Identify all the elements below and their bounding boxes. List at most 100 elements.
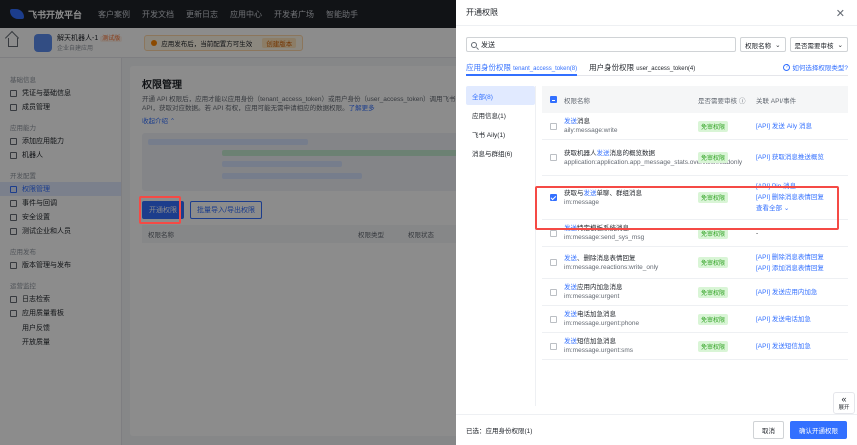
permission-cell: 发送、删除消息表情回复 im:message.reactions:write_o… <box>564 254 698 272</box>
identity-tabs: 应用身份权限 tenant_access_token(8) 用户身份权限 use… <box>466 62 848 76</box>
audit-tag: 免审权限 <box>698 152 729 163</box>
row-checkbox[interactable] <box>549 315 557 323</box>
api-link[interactable]: [API] 删除消息表情回复 <box>756 252 848 263</box>
audit-filter-select[interactable]: 是否需要审核 ⌄ <box>789 37 848 52</box>
header-api: 关联 API/事件 <box>756 97 797 105</box>
permission-cell: 发送短信加急消息 im:message.urgent:sms <box>564 337 698 355</box>
api-link[interactable]: [API] 发送应用内加急 <box>756 287 848 298</box>
permission-code: application:application.app_message_stat… <box>564 158 743 166</box>
name-text: 获取机器人 <box>564 149 597 157</box>
modal-overlay[interactable] <box>0 0 456 445</box>
permission-cell: 获取机器人发送消息的概览数据 application:application.a… <box>564 149 743 167</box>
api-cell: [API] 删除消息表情回复 [API] 添加消息表情回复 <box>756 252 848 274</box>
header-audit-label: 是否需要审核 <box>698 97 737 105</box>
search-hit: 发送 <box>564 338 577 345</box>
name-text: 消息 <box>577 118 590 125</box>
audit-tag: 免审权限 <box>698 313 729 325</box>
api-cell: [API] 获取消息推送概览 <box>756 152 848 163</box>
tab-sub: user_access_token(4) <box>636 66 696 72</box>
tab-label: 用户身份权限 <box>589 63 635 72</box>
permission-code: aily:message:write <box>564 127 618 134</box>
expand-label: 展开 <box>838 405 850 411</box>
close-icon[interactable]: ✕ <box>836 7 845 20</box>
permission-name: 发送消息 <box>564 117 698 126</box>
selected-value: 应用身份权限(1) <box>485 428 533 435</box>
highlight-box <box>535 186 839 230</box>
api-link[interactable]: [API] 发送电话加急 <box>756 314 848 325</box>
permission-cell: 发送电话加急消息 im:message.urgent:phone <box>564 310 698 328</box>
api-cell: [API] 发送短信加急 <box>756 341 848 352</box>
open-permission-drawer: 开通权限 ✕ 发送 权限名称 ⌄ 是否需要审核 ⌄ 应用身份权限 tenant_ac… <box>456 0 857 445</box>
api-cell: [API] 发送电话加急 <box>756 314 848 325</box>
chevron-double-left-icon: « <box>841 394 847 404</box>
confirm-open-button[interactable]: 确认开通权限 <box>790 421 847 439</box>
expand-button[interactable]: « 展开 <box>833 392 855 414</box>
tab-tenant-permissions[interactable]: 应用身份权限 tenant_access_token(8) <box>466 62 578 76</box>
table-row[interactable]: 发送短信加急消息 im:message.urgent:sms 免审权限 [API… <box>542 333 848 360</box>
select-value: 权限名称 <box>745 42 772 50</box>
permission-name: 发送应用内加急消息 <box>564 283 698 292</box>
table-row[interactable]: 发送应用内加急消息 im:message:urgent 免审权限 [API] 发… <box>542 279 848 306</box>
table-row[interactable]: 发送、删除消息表情回复 im:message.reactions:write_o… <box>542 247 848 279</box>
table-row[interactable]: 获取机器人发送消息的概览数据 application:application.a… <box>542 140 848 176</box>
row-checkbox[interactable] <box>549 229 557 237</box>
drawer-title: 开通权限 <box>456 0 857 26</box>
row-checkbox[interactable] <box>549 342 557 350</box>
audit-tag: 免审权限 <box>698 286 729 298</box>
permission-code: im:message.urgent:sms <box>564 347 633 354</box>
api-link[interactable]: [API] 发送短信加急 <box>756 341 848 352</box>
row-checkbox[interactable] <box>549 288 557 296</box>
permission-code: im:message:urgent <box>564 293 620 300</box>
search-row: 发送 权限名称 ⌄ 是否需要审核 ⌄ <box>466 37 848 52</box>
cancel-button[interactable]: 取消 <box>753 421 784 439</box>
audit-tag: 免审权限 <box>698 120 729 132</box>
row-checkbox[interactable] <box>549 122 557 130</box>
chevron-down-icon: ⌄ <box>775 41 781 49</box>
api-link[interactable]: [API] 获取消息推送概览 <box>756 152 848 163</box>
api-link: - <box>756 229 759 237</box>
permission-name: 获取机器人发送消息的概览数据 <box>564 149 698 158</box>
search-hit: 发送 <box>564 254 577 262</box>
permission-cell: 发送消息 aily:message:write <box>564 117 698 135</box>
name-text: 消息的概览数据 <box>609 149 656 157</box>
info-icon: ⓘ <box>739 97 746 105</box>
api-cell: [API] 发送应用内加急 <box>756 287 848 298</box>
table-row[interactable]: 发送电话加急消息 im:message.urgent:phone 免审权限 [A… <box>542 306 848 333</box>
category-all[interactable]: 全部(8) <box>466 86 535 105</box>
question-icon: ? <box>783 63 791 71</box>
category-aily[interactable]: 飞书 Aily(1) <box>466 124 535 143</box>
api-cell: - <box>756 230 848 237</box>
table-header: 权限名称 是否需要审核 ⓘ 关联 API/事件 <box>542 86 848 113</box>
tab-label: 应用身份权限 <box>466 63 511 72</box>
header-name: 权限名称 <box>564 97 590 105</box>
api-cell: [API] 发送 Aily 消息 <box>756 121 848 132</box>
search-hit: 发送 <box>564 311 577 318</box>
name-text: 应用内加急消息 <box>577 284 623 291</box>
tab-user-permissions[interactable]: 用户身份权限 user_access_token(4) <box>589 62 695 76</box>
name-text: 、删除消息表情回复 <box>577 254 636 262</box>
table-row[interactable]: 发送消息 aily:message:write 免审权限 [API] 发送 Ai… <box>542 113 848 140</box>
search-input[interactable]: 发送 <box>466 37 737 52</box>
name-text: 短信加急消息 <box>577 338 616 345</box>
category-app-info[interactable]: 应用信息(1) <box>466 105 535 124</box>
audit-tag: 免审权限 <box>698 257 729 268</box>
table-body: 发送消息 aily:message:write 免审权限 [API] 发送 Ai… <box>542 113 848 360</box>
search-hit: 发送 <box>596 149 610 157</box>
permission-name: 发送、删除消息表情回复 <box>564 254 698 263</box>
select-all-checkbox[interactable] <box>549 96 557 103</box>
drawer-footer: 已选： 应用身份权限(1) 取消 确认开通权限 <box>456 414 857 445</box>
api-link[interactable]: [API] 添加消息表情回复 <box>756 263 848 274</box>
search-hit: 发送 <box>564 284 577 291</box>
search-field-select[interactable]: 权限名称 ⌄ <box>740 37 786 52</box>
row-checkbox[interactable] <box>549 259 557 266</box>
help-link[interactable]: ? 如何选择权限类型? <box>783 62 848 72</box>
chevron-down-icon: ⌄ <box>837 41 843 49</box>
category-messages[interactable]: 消息与群组(6) <box>466 143 535 162</box>
row-checkbox[interactable] <box>549 154 557 161</box>
audit-tag: 免审权限 <box>698 340 729 352</box>
api-link[interactable]: [API] 发送 Aily 消息 <box>756 121 848 132</box>
search-icon <box>471 41 477 48</box>
permission-name: 发送短信加急消息 <box>564 337 698 346</box>
permission-code: im:message.reactions:write_only <box>564 263 659 271</box>
permission-code: im:message.urgent:phone <box>564 320 640 327</box>
